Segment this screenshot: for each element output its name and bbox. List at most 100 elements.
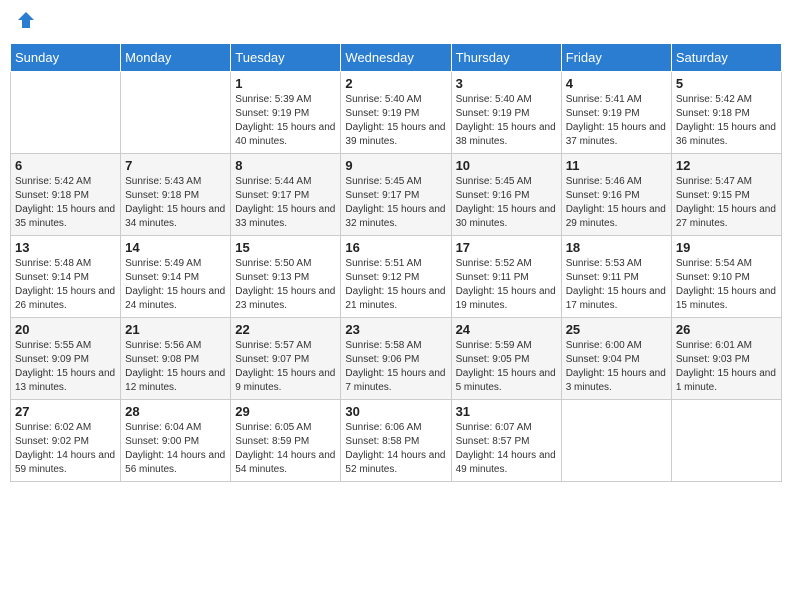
calendar-cell: 31 Sunrise: 6:07 AMSunset: 8:57 PMDayligh… <box>451 399 561 481</box>
calendar-cell: 20Sunrise: 5:55 AMSunset: 9:09 PMDayligh… <box>11 317 121 399</box>
day-number: 5 <box>676 76 777 91</box>
calendar-cell: 6Sunrise: 5:42 AMSunset: 9:18 PMDaylight… <box>11 153 121 235</box>
calendar-cell <box>121 71 231 153</box>
day-info: Sunrise: 5:49 AMSunset: 9:14 PMDaylight:… <box>125 257 226 313</box>
calendar-cell: 28 Sunrise: 6:04 AMSunset: 9:00 PMDayligh… <box>121 399 231 481</box>
day-number: 7 <box>125 158 226 173</box>
calendar-cell: 7 Sunrise: 5:43 AMSunset: 9:18 PMDaylight… <box>121 153 231 235</box>
weekday-header-monday: Monday <box>121 43 231 71</box>
day-number: 29 <box>235 404 336 419</box>
day-number: 13 <box>15 240 116 255</box>
day-number: 1 <box>235 76 336 91</box>
calendar-cell <box>671 399 781 481</box>
day-info: Sunrise: 5:59 AMSunset: 9:05 PMDaylight:… <box>456 339 557 395</box>
day-info: Sunrise: 5:39 AMSunset: 9:19 PMDaylight:… <box>235 93 336 149</box>
day-number: 6 <box>15 158 116 173</box>
weekday-header-tuesday: Tuesday <box>231 43 341 71</box>
day-info: Sunrise: 5:50 AMSunset: 9:13 PMDaylight:… <box>235 257 336 313</box>
day-info: Sunrise: 5:52 AMSunset: 9:11 PMDaylight:… <box>456 257 557 313</box>
day-number: 24 <box>456 322 557 337</box>
day-info: Sunrise: 5:45 AMSunset: 9:16 PMDaylight:… <box>456 175 557 231</box>
day-info: Sunrise: 6:06 AMSunset: 8:58 PMDaylight:… <box>345 421 446 477</box>
day-info: Sunrise: 5:40 AMSunset: 9:19 PMDaylight:… <box>345 93 446 149</box>
day-number: 22 <box>235 322 336 337</box>
day-number: 15 <box>235 240 336 255</box>
calendar-cell: 23Sunrise: 5:58 AMSunset: 9:06 PMDayligh… <box>341 317 451 399</box>
calendar-cell: 12Sunrise: 5:47 AMSunset: 9:15 PMDayligh… <box>671 153 781 235</box>
calendar-cell: 5 Sunrise: 5:42 AMSunset: 9:18 PMDaylight… <box>671 71 781 153</box>
calendar-cell: 26Sunrise: 6:01 AMSunset: 9:03 PMDayligh… <box>671 317 781 399</box>
day-number: 18 <box>566 240 667 255</box>
day-info: Sunrise: 5:45 AMSunset: 9:17 PMDaylight:… <box>345 175 446 231</box>
calendar-cell: 9 Sunrise: 5:45 AMSunset: 9:17 PMDaylight… <box>341 153 451 235</box>
weekday-header-saturday: Saturday <box>671 43 781 71</box>
calendar-cell: 15 Sunrise: 5:50 AMSunset: 9:13 PMDayligh… <box>231 235 341 317</box>
day-number: 26 <box>676 322 777 337</box>
day-number: 16 <box>345 240 446 255</box>
weekday-header-thursday: Thursday <box>451 43 561 71</box>
day-info: Sunrise: 6:07 AMSunset: 8:57 PMDaylight:… <box>456 421 557 477</box>
day-info: Sunrise: 5:57 AMSunset: 9:07 PMDaylight:… <box>235 339 336 395</box>
calendar-cell: 8 Sunrise: 5:44 AMSunset: 9:17 PMDaylight… <box>231 153 341 235</box>
calendar-cell: 24 Sunrise: 5:59 AMSunset: 9:05 PMDayligh… <box>451 317 561 399</box>
day-info: Sunrise: 5:54 AMSunset: 9:10 PMDaylight:… <box>676 257 777 313</box>
day-number: 10 <box>456 158 557 173</box>
day-number: 21 <box>125 322 226 337</box>
calendar-cell: 27Sunrise: 6:02 AMSunset: 9:02 PMDayligh… <box>11 399 121 481</box>
day-info: Sunrise: 6:00 AMSunset: 9:04 PMDaylight:… <box>566 339 667 395</box>
day-number: 19 <box>676 240 777 255</box>
calendar-cell: 13 Sunrise: 5:48 AMSunset: 9:14 PMDayligh… <box>11 235 121 317</box>
week-row-2: 6Sunrise: 5:42 AMSunset: 9:18 PMDaylight… <box>11 153 782 235</box>
day-number: 31 <box>456 404 557 419</box>
day-number: 25 <box>566 322 667 337</box>
day-info: Sunrise: 5:48 AMSunset: 9:14 PMDaylight:… <box>15 257 116 313</box>
calendar-table: SundayMondayTuesdayWednesdayThursdayFrid… <box>10 43 782 482</box>
week-row-5: 27Sunrise: 6:02 AMSunset: 9:02 PMDayligh… <box>11 399 782 481</box>
day-info: Sunrise: 5:42 AMSunset: 9:18 PMDaylight:… <box>676 93 777 149</box>
day-number: 9 <box>345 158 446 173</box>
calendar-cell: 14 Sunrise: 5:49 AMSunset: 9:14 PMDayligh… <box>121 235 231 317</box>
calendar-cell: 22 Sunrise: 5:57 AMSunset: 9:07 PMDayligh… <box>231 317 341 399</box>
day-number: 3 <box>456 76 557 91</box>
day-number: 28 <box>125 404 226 419</box>
calendar-cell: 18 Sunrise: 5:53 AMSunset: 9:11 PMDayligh… <box>561 235 671 317</box>
day-info: Sunrise: 5:43 AMSunset: 9:18 PMDaylight:… <box>125 175 226 231</box>
day-number: 23 <box>345 322 446 337</box>
page-header <box>10 10 782 35</box>
calendar-cell: 10 Sunrise: 5:45 AMSunset: 9:16 PMDayligh… <box>451 153 561 235</box>
day-info: Sunrise: 6:04 AMSunset: 9:00 PMDaylight:… <box>125 421 226 477</box>
day-info: Sunrise: 5:44 AMSunset: 9:17 PMDaylight:… <box>235 175 336 231</box>
day-number: 11 <box>566 158 667 173</box>
day-info: Sunrise: 5:56 AMSunset: 9:08 PMDaylight:… <box>125 339 226 395</box>
day-info: Sunrise: 5:41 AMSunset: 9:19 PMDaylight:… <box>566 93 667 149</box>
day-number: 4 <box>566 76 667 91</box>
day-number: 17 <box>456 240 557 255</box>
calendar-cell: 25 Sunrise: 6:00 AMSunset: 9:04 PMDayligh… <box>561 317 671 399</box>
day-info: Sunrise: 6:05 AMSunset: 8:59 PMDaylight:… <box>235 421 336 477</box>
day-number: 14 <box>125 240 226 255</box>
calendar-cell <box>561 399 671 481</box>
weekday-header-friday: Friday <box>561 43 671 71</box>
calendar-cell: 4 Sunrise: 5:41 AMSunset: 9:19 PMDaylight… <box>561 71 671 153</box>
logo <box>14 10 36 35</box>
week-row-1: 1 Sunrise: 5:39 AMSunset: 9:19 PMDaylight… <box>11 71 782 153</box>
calendar-cell: 1 Sunrise: 5:39 AMSunset: 9:19 PMDaylight… <box>231 71 341 153</box>
week-row-4: 20Sunrise: 5:55 AMSunset: 9:09 PMDayligh… <box>11 317 782 399</box>
calendar-cell: 19 Sunrise: 5:54 AMSunset: 9:10 PMDayligh… <box>671 235 781 317</box>
logo-icon <box>16 10 36 30</box>
calendar-cell: 2 Sunrise: 5:40 AMSunset: 9:19 PMDaylight… <box>341 71 451 153</box>
day-info: Sunrise: 5:51 AMSunset: 9:12 PMDaylight:… <box>345 257 446 313</box>
day-number: 8 <box>235 158 336 173</box>
calendar-cell: 16 Sunrise: 5:51 AMSunset: 9:12 PMDayligh… <box>341 235 451 317</box>
weekday-header-wednesday: Wednesday <box>341 43 451 71</box>
calendar-cell: 29 Sunrise: 6:05 AMSunset: 8:59 PMDayligh… <box>231 399 341 481</box>
day-info: Sunrise: 5:46 AMSunset: 9:16 PMDaylight:… <box>566 175 667 231</box>
day-number: 2 <box>345 76 446 91</box>
day-number: 20 <box>15 322 116 337</box>
day-info: Sunrise: 5:47 AMSunset: 9:15 PMDaylight:… <box>676 175 777 231</box>
weekday-header-row: SundayMondayTuesdayWednesdayThursdayFrid… <box>11 43 782 71</box>
week-row-3: 13 Sunrise: 5:48 AMSunset: 9:14 PMDayligh… <box>11 235 782 317</box>
day-info: Sunrise: 5:53 AMSunset: 9:11 PMDaylight:… <box>566 257 667 313</box>
calendar-cell: 21 Sunrise: 5:56 AMSunset: 9:08 PMDayligh… <box>121 317 231 399</box>
calendar-cell: 3Sunrise: 5:40 AMSunset: 9:19 PMDaylight… <box>451 71 561 153</box>
